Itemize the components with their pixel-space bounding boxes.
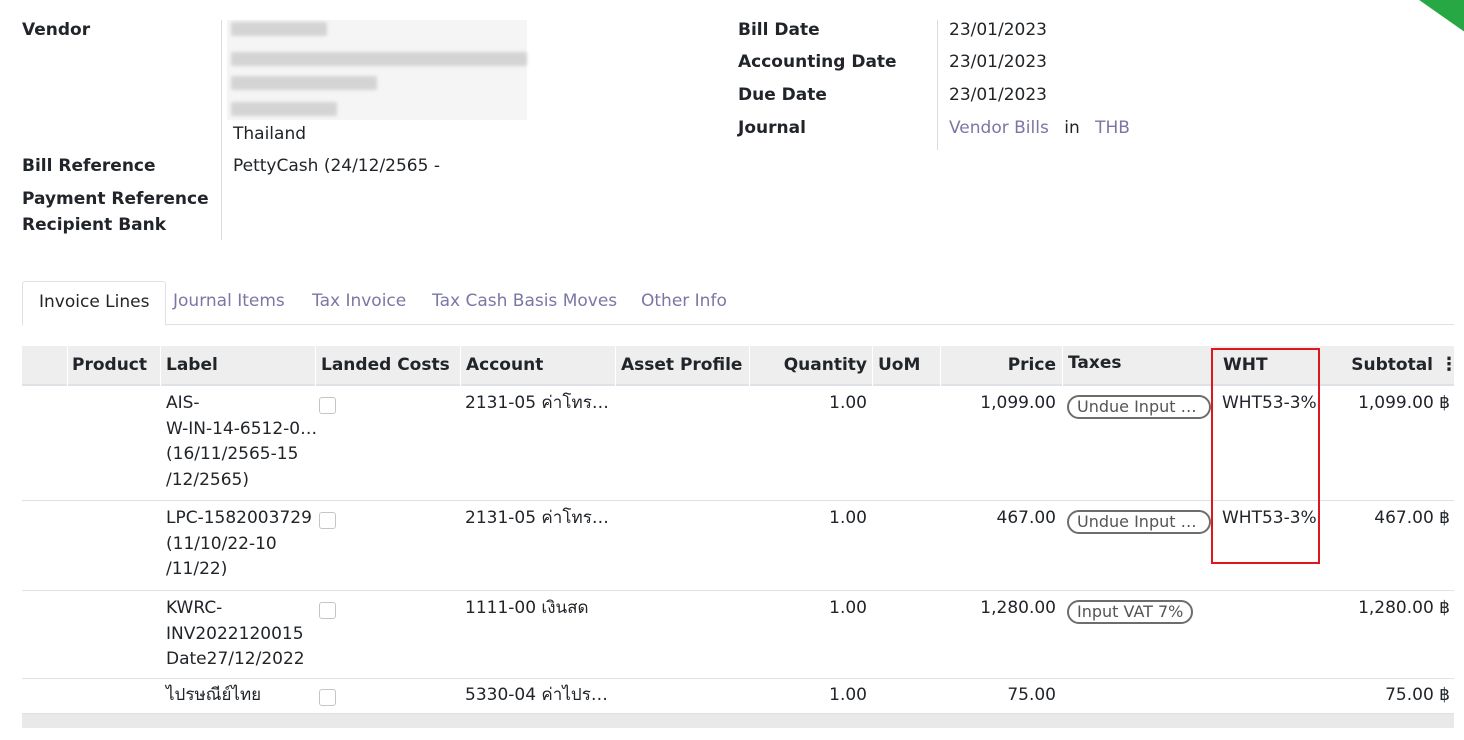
due-date-field[interactable]: 23/01/2023 [949, 85, 1047, 105]
table-row[interactable]: KWRC- INV2022120015 Date27/12/2022 1111-… [22, 592, 1454, 679]
divider [937, 20, 938, 150]
journal-link[interactable]: Vendor Bills [949, 118, 1049, 138]
table-row[interactable]: ไปรษณีย์ไทย 5330-04 ค่าไปร… 1.00 75.00 7… [22, 680, 1454, 714]
row-account: 1111-00 เงินสด [465, 598, 589, 618]
row-label: AIS- W-IN-14-6512-0… (16/11/2565-15 /12/… [166, 393, 318, 490]
recipient-bank-label: Recipient Bank [22, 215, 167, 235]
divider [221, 20, 222, 240]
column-header-uom[interactable]: UoM [878, 346, 920, 386]
tab-tax-invoice[interactable]: Tax Invoice [312, 281, 406, 325]
landed-costs-checkbox[interactable] [319, 512, 336, 529]
table-footer [22, 714, 1454, 728]
row-subtotal: 1,099.00 ฿ [1358, 393, 1450, 413]
payment-reference-label: Payment Reference [22, 189, 209, 209]
tax-tag: Input VAT 7% [1067, 600, 1194, 624]
tab-other-info[interactable]: Other Info [641, 281, 727, 325]
wht-highlight-box [1211, 348, 1320, 564]
row-price: 1,099.00 [980, 393, 1056, 413]
row-quantity: 1.00 [829, 393, 867, 413]
tab-journal-items[interactable]: Journal Items [173, 281, 285, 325]
journal-label: Journal [738, 118, 806, 138]
vendor-address-redacted[interactable] [227, 20, 527, 120]
row-subtotal: 75.00 ฿ [1385, 685, 1450, 705]
row-quantity: 1.00 [829, 598, 867, 618]
column-header-landed-costs[interactable]: Landed Costs [321, 346, 450, 386]
bill-date-label: Bill Date [738, 20, 820, 40]
vendor-country: Thailand [233, 124, 307, 144]
row-account: 2131-05 ค่าโทร… [465, 508, 609, 528]
row-account: 5330-04 ค่าไปร… [465, 685, 608, 705]
row-label: LPC-1582003729 (11/10/22-10 /11/22) [166, 508, 312, 579]
tax-tag: Undue Input … [1067, 395, 1211, 419]
row-subtotal: 467.00 ฿ [1374, 508, 1450, 528]
column-header-product[interactable]: Product [72, 346, 147, 386]
row-label: KWRC- INV2022120015 Date27/12/2022 [166, 598, 305, 669]
row-price: 1,280.00 [980, 598, 1056, 618]
row-quantity: 1.00 [829, 685, 867, 705]
tax-tag: Undue Input … [1067, 510, 1211, 534]
row-account: 2131-05 ค่าโทร… [465, 393, 609, 413]
row-subtotal: 1,280.00 ฿ [1358, 598, 1450, 618]
accounting-date-label: Accounting Date [738, 52, 897, 72]
journal-field: Vendor Bills in THB [949, 118, 1130, 138]
row-quantity: 1.00 [829, 508, 867, 528]
column-header-subtotal[interactable]: Subtotal [1325, 346, 1433, 386]
tab-invoice-lines[interactable]: Invoice Lines [22, 281, 167, 326]
due-date-label: Due Date [738, 85, 827, 105]
column-header-asset-profile[interactable]: Asset Profile [621, 346, 742, 386]
column-header-quantity[interactable]: Quantity [755, 346, 867, 386]
bill-date-field[interactable]: 23/01/2023 [949, 20, 1047, 40]
row-price: 467.00 [996, 508, 1056, 528]
bill-reference-label: Bill Reference [22, 156, 156, 176]
column-header-label[interactable]: Label [166, 346, 218, 386]
status-ribbon [1417, 0, 1464, 34]
row-label: ไปรษณีย์ไทย [166, 685, 262, 705]
column-header-price[interactable]: Price [946, 346, 1056, 386]
bill-reference-field[interactable]: PettyCash (24/12/2565 - [233, 156, 440, 176]
journal-in-text: in [1064, 118, 1080, 138]
landed-costs-checkbox[interactable] [319, 397, 336, 414]
optional-columns-kebab-icon[interactable]: ⋮ [1440, 346, 1458, 386]
tab-tax-cash-basis-moves[interactable]: Tax Cash Basis Moves [432, 281, 617, 325]
column-header-taxes[interactable]: Taxes [1068, 344, 1122, 384]
column-header-account[interactable]: Account [466, 346, 543, 386]
landed-costs-checkbox[interactable] [319, 689, 336, 706]
currency-link[interactable]: THB [1095, 118, 1130, 138]
notebook-tabs: Invoice Lines Journal Items Tax Invoice … [22, 281, 1454, 326]
landed-costs-checkbox[interactable] [319, 602, 336, 619]
vendor-label: Vendor [22, 20, 91, 40]
accounting-date-field[interactable]: 23/01/2023 [949, 52, 1047, 72]
row-price: 75.00 [1007, 685, 1056, 705]
